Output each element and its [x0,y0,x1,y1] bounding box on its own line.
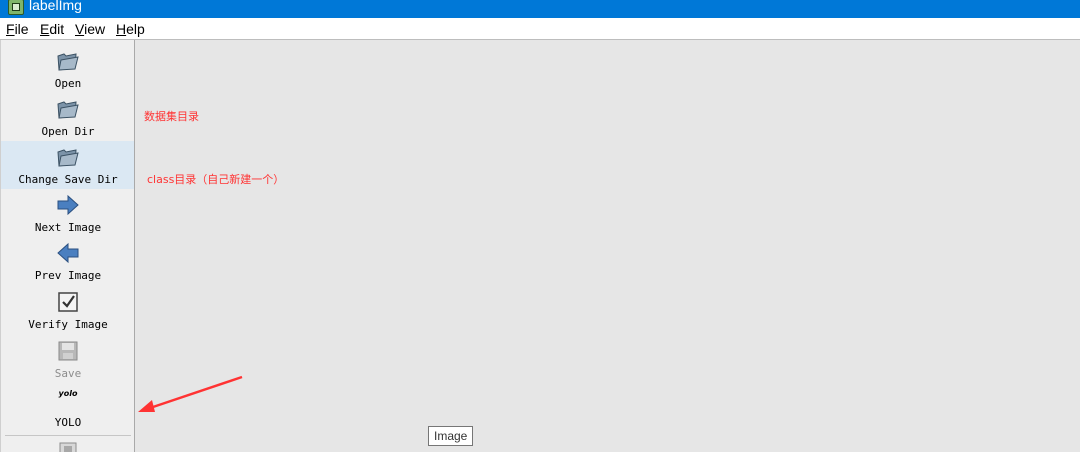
menu-file-mnemonic: F [6,21,15,37]
title-bar: labelImg [0,0,1080,18]
annotation-arrow-icon [138,375,243,412]
menu-help[interactable]: Help [116,21,145,37]
save-icon [58,341,78,361]
format-yolo-button[interactable]: yolo YOLO [1,384,134,432]
annotation-dataset-dir: 数据集目录 [144,110,199,123]
format-label: YOLO [54,416,82,429]
tooltip: Image [428,426,474,446]
annotation-class-dir: class目录（自己新建一个） [147,173,285,186]
open-button[interactable]: Open [1,45,134,93]
partial-tool-icon [59,442,77,452]
folder-icon [57,101,79,119]
folder-icon [57,149,79,167]
save-label: Save [54,367,82,380]
verify-image-button[interactable]: Verify Image [1,286,134,334]
prev-image-label: Prev Image [34,269,102,282]
next-image-label: Next Image [34,221,102,234]
open-dir-label: Open Dir [41,125,95,138]
menu-bar: File Edit View Help [0,18,1080,40]
verify-image-label: Verify Image [28,318,108,331]
toolbar-separator [5,435,131,436]
save-button[interactable]: Save [1,335,134,383]
menu-view[interactable]: View [75,21,105,37]
change-save-dir-button[interactable]: Change Save Dir [1,141,134,189]
app-icon [8,0,24,15]
menu-edit-mnemonic: E [40,21,50,37]
menu-file-label: ile [14,21,29,37]
image-canvas[interactable] [136,40,1080,452]
menu-help-mnemonic: H [116,21,127,37]
prev-image-button[interactable]: Prev Image [1,237,134,285]
checkbox-icon [58,292,78,312]
menu-edit[interactable]: Edit [40,21,64,37]
menu-view-mnemonic: V [75,21,85,37]
open-dir-button[interactable]: Open Dir [1,93,134,141]
change-save-dir-label: Change Save Dir [18,173,118,186]
menu-view-label: iew [84,21,106,37]
menu-edit-label: dit [49,21,65,37]
menu-file[interactable]: File [6,21,29,37]
folder-icon [57,53,79,71]
open-label: Open [54,77,82,90]
arrow-right-icon [57,194,79,216]
window-title: labelImg [29,0,82,13]
next-image-button[interactable]: Next Image [1,189,134,237]
menu-help-label: elp [126,21,145,37]
left-toolbar: Open Open Dir Change Save Dir Next Image… [0,40,135,452]
arrow-left-icon [57,242,79,264]
yolo-icon: yolo [58,389,78,398]
